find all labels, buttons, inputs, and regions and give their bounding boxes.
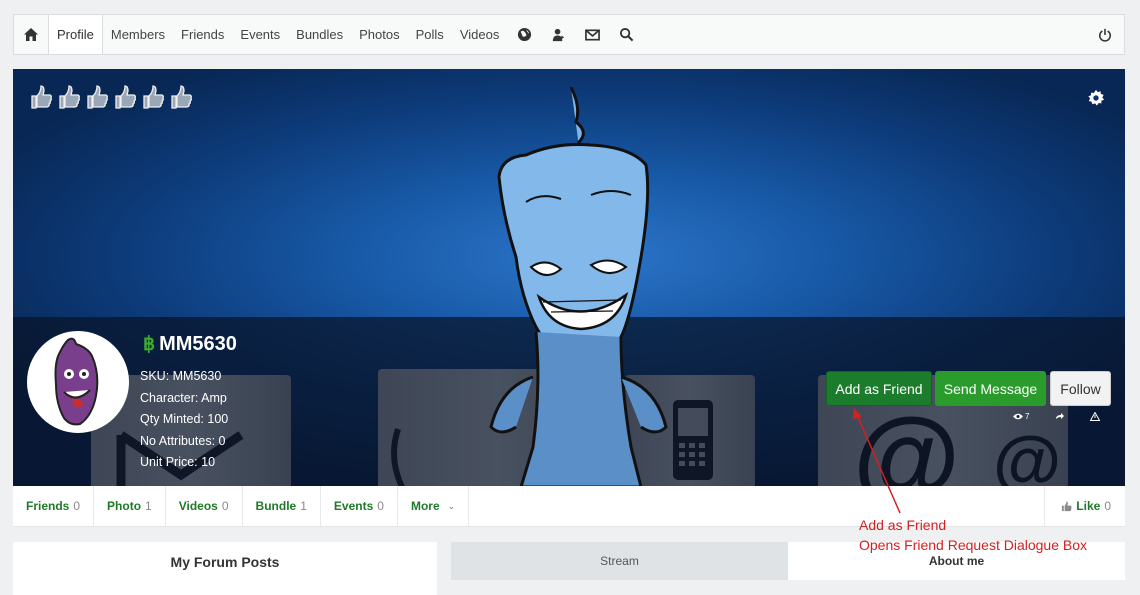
top-navigation: Profile Members Friends Events Bundles P… <box>13 14 1125 55</box>
avatar[interactable] <box>27 331 129 433</box>
character-text: Character: Amp <box>140 390 227 405</box>
nav-events[interactable]: Events <box>232 15 288 54</box>
sku-text: SKU: MM5630 <box>140 369 222 383</box>
follow-button[interactable]: Follow <box>1050 371 1111 406</box>
thumbs-up-icon <box>59 85 80 109</box>
user-pin-icon[interactable] <box>541 15 575 54</box>
profile-name: ฿ MM5630 <box>143 333 237 356</box>
nav-members[interactable]: Members <box>103 15 173 54</box>
profile-title: MM5630 <box>159 333 237 355</box>
tab-label: Events <box>333 499 374 513</box>
thumbs-up-icon <box>31 85 52 109</box>
tab-count: 0 <box>73 499 81 513</box>
like-label: Like <box>1076 499 1101 513</box>
power-icon[interactable] <box>1086 15 1124 54</box>
tab-count: 0 <box>377 499 384 513</box>
annotation-arrow <box>853 408 901 514</box>
tab-stream[interactable]: Stream <box>451 542 788 580</box>
chevron-down-icon: ⌄ <box>447 500 456 511</box>
profile-info: SKU: MM5630 Character: Amp Qty Minted: 1… <box>140 366 228 474</box>
cover-photo: @@ ฿ MM5630 SKU: MM5630 Character: Amp Q… <box>13 69 1125 486</box>
unit-price-text: Unit Price: 10 <box>140 455 216 469</box>
nav-polls[interactable]: Polls <box>408 15 452 54</box>
rating-thumbs <box>29 83 193 111</box>
eye-icon <box>1013 413 1023 420</box>
annotation-line-2: Opens Friend Request Dialogue Box <box>859 537 1088 553</box>
currency-icon: ฿ <box>143 334 156 355</box>
tab-count: 1 <box>145 499 152 513</box>
tab-videos[interactable]: Videos 0 <box>166 486 243 526</box>
tab-label: Friends <box>26 499 70 513</box>
share-icon[interactable] <box>1055 412 1064 420</box>
tab-count: 1 <box>300 499 307 513</box>
thumbs-up-icon <box>115 85 136 109</box>
tab-more[interactable]: More ⌄ <box>398 486 470 526</box>
thumbs-up-icon <box>143 85 164 109</box>
nav-photos[interactable]: Photos <box>351 15 407 54</box>
views-count: 7 <box>1025 412 1030 421</box>
warning-icon[interactable] <box>1090 412 1100 421</box>
home-icon[interactable] <box>14 15 48 54</box>
tab-count: 0 <box>221 499 229 513</box>
nav-friends[interactable]: Friends <box>173 15 232 54</box>
annotation-line-1: Add as Friend <box>859 517 947 533</box>
send-message-button[interactable]: Send Message <box>935 371 1046 406</box>
tab-events[interactable]: Events 0 <box>321 486 398 526</box>
nav-profile[interactable]: Profile <box>48 15 103 54</box>
tab-friends[interactable]: Friends 0 <box>13 486 95 526</box>
nav-videos[interactable]: Videos <box>452 15 508 54</box>
tab-label: Videos <box>178 499 218 513</box>
annotation-text: Add as Friend Opens Friend Request Dialo… <box>859 515 1087 555</box>
qty-minted-text: Qty Minted: 100 <box>140 412 229 426</box>
character-illustration <box>489 87 668 486</box>
like-count: 0 <box>1104 499 1111 513</box>
globe-icon[interactable] <box>507 15 541 54</box>
attributes-text: No Attributes: 0 <box>140 433 226 448</box>
tab-label: Photo <box>107 499 142 513</box>
tab-photo[interactable]: Photo 1 <box>94 486 166 526</box>
gear-icon[interactable] <box>1087 89 1105 107</box>
tab-bundle[interactable]: Bundle 1 <box>243 486 321 526</box>
envelope-icon[interactable] <box>575 15 609 54</box>
tab-label: More <box>410 499 440 513</box>
nav-bundles[interactable]: Bundles <box>288 15 351 54</box>
search-icon[interactable] <box>609 15 643 54</box>
thumbs-up-icon <box>171 85 192 109</box>
thumbs-up-icon <box>87 85 108 109</box>
tab-label: Bundle <box>255 499 297 513</box>
views-counter: 7 <box>1013 412 1029 421</box>
thumbs-up-icon <box>1062 500 1072 511</box>
forum-posts-panel: My Forum Posts <box>13 542 437 595</box>
forum-posts-title: My Forum Posts <box>170 554 280 570</box>
